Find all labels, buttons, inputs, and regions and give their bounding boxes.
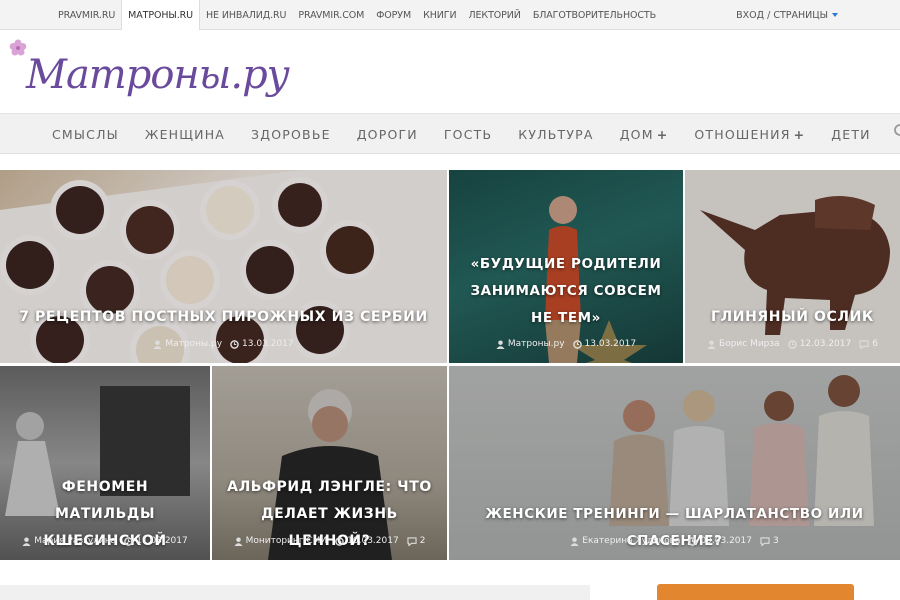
network-links: PRAVMIR.RU МАТРОНЫ.RU НЕ ИНВАЛИД.RU PRAV… [52, 0, 662, 30]
caret-down-icon [832, 13, 838, 17]
article-card-parents[interactable]: «БУДУЩИЕ РОДИТЕЛИ ЗАНИМАЮТСЯ СОВСЕМ НЕ Т… [449, 170, 683, 363]
article-meta: Мониторинг СМИ 10.03.2017 2 [212, 536, 447, 546]
clock-icon [787, 339, 797, 349]
article-card-pastries[interactable]: 7 РЕЦЕПТОВ ПОСТНЫХ ПИРОЖНЫХ ИЗ СЕРБИИ Ма… [0, 170, 447, 363]
article-meta: Мария Разгулина 11.03.2017 [0, 536, 210, 546]
image-overlay [685, 170, 900, 363]
content-block-top [0, 585, 590, 600]
top-link-forum[interactable]: ФОРУМ [370, 0, 417, 30]
login-menu[interactable]: ВХОД / СТРАНИЦЫ [736, 0, 838, 30]
top-bar: PRAVMIR.RU МАТРОНЫ.RU НЕ ИНВАЛИД.RU PRAV… [0, 0, 900, 30]
article-title: ГЛИНЯНЫЙ ОСЛИК [711, 309, 874, 325]
comment-count: 6 [872, 339, 878, 349]
comment-count: 3 [772, 536, 779, 546]
article-author: Матроны.ру [507, 339, 565, 349]
nav-item-gost[interactable]: ГОСТЬ [444, 127, 492, 142]
comment-count: 2 [419, 536, 426, 546]
login-label: ВХОД / СТРАНИЦЫ [736, 9, 828, 21]
nav-label: ДОМ [619, 126, 654, 142]
article-author: Мария Разгулина [34, 536, 117, 546]
article-card-trainings[interactable]: ЖЕНСКИЕ ТРЕНИНГИ — ШАРЛАТАНСТВО ИЛИ СПАС… [449, 366, 900, 560]
nav-label: КУЛЬТУРА [518, 126, 594, 142]
article-date: 11.03.2017 [136, 536, 188, 546]
user-icon [570, 536, 579, 546]
article-date: 13.03.2017 [584, 339, 637, 349]
nav-item-dorogi[interactable]: ДОРОГИ [357, 127, 418, 142]
article-title: «БУДУЩИЕ РОДИТЕЛИ ЗАНИМАЮТСЯ СОВСЕМ НЕ Т… [470, 256, 662, 326]
comment-icon [407, 536, 417, 546]
article-date: 09.03.2017 [700, 536, 752, 546]
nav-item-kultura[interactable]: КУЛЬТУРА [518, 127, 593, 142]
top-link-matrony[interactable]: МАТРОНЫ.RU [121, 0, 200, 30]
nav-label: СМЫСЛЫ [52, 126, 119, 142]
nav-item-deti[interactable]: ДЕТИ [831, 127, 870, 142]
nav-label: ДЕТИ [831, 126, 871, 142]
top-link-pravmir-com[interactable]: PRAVMIR.COM [292, 0, 370, 30]
clock-icon [124, 536, 134, 546]
top-link-pravmir[interactable]: PRAVMIR.RU [52, 0, 121, 30]
top-link-charity[interactable]: БЛАГОТВОРИТЕЛЬНОСТЬ [527, 0, 662, 30]
nav-item-smysly[interactable]: СМЫСЛЫ [52, 127, 119, 142]
plus-icon: + [656, 126, 669, 142]
nav-item-dom[interactable]: ДОМ + [620, 127, 669, 142]
comment-icon [760, 536, 770, 546]
article-meta: Матроны.ру 13.03.2017 [449, 339, 683, 349]
nav-label: ЖЕНЩИНА [144, 126, 226, 142]
top-link-lectorium[interactable]: ЛЕКТОРИЙ [462, 0, 526, 30]
article-meta: Екатерина Худякова 09.03.2017 3 [449, 536, 900, 546]
top-link-books[interactable]: КНИГИ [417, 0, 462, 30]
article-date: 13.03.2017 [242, 339, 294, 349]
nav-item-zhenshchina[interactable]: ЖЕНЩИНА [145, 127, 225, 142]
user-icon [153, 339, 162, 349]
article-date: 10.03.2017 [347, 536, 399, 546]
plus-icon: + [793, 126, 806, 142]
article-author: Екатерина Худякова [582, 536, 681, 546]
article-author: Борис Мирза [719, 339, 780, 349]
article-author: Мониторинг СМИ [245, 536, 328, 546]
comment-icon [859, 339, 869, 349]
nav-label: ДОРОГИ [356, 126, 418, 142]
flower-icon [9, 39, 27, 56]
article-date: 12.03.2017 [799, 339, 852, 349]
clock-icon [230, 339, 239, 349]
nav-items: СМЫСЛЫ ЖЕНЩИНА ЗДОРОВЬЕ ДОРОГИ ГОСТЬ КУЛ… [52, 114, 897, 154]
user-icon [707, 339, 716, 349]
search-icon[interactable] [892, 124, 900, 138]
main-nav: СМЫСЛЫ ЖЕНЩИНА ЗДОРОВЬЕ ДОРОГИ ГОСТЬ КУЛ… [0, 114, 900, 154]
nav-label: ОТНОШЕНИЯ [694, 126, 791, 142]
user-icon [22, 536, 31, 546]
article-author: Матроны.ру [165, 339, 223, 349]
article-card-donkey[interactable]: ГЛИНЯНЫЙ ОСЛИК Борис Мирза 12.03.2017 6 [685, 170, 900, 363]
top-link-neinvalid[interactable]: НЕ ИНВАЛИД.RU [200, 0, 292, 30]
article-meta: Борис Мирза 12.03.2017 6 [685, 339, 900, 349]
user-icon [234, 536, 243, 546]
clock-icon [688, 536, 698, 546]
clock-icon [335, 536, 344, 546]
article-card-kshesinskaya[interactable]: ФЕНОМЕН МАТИЛЬДЫ КШЕСИНСКОЙ Мария Разгул… [0, 366, 210, 560]
article-title: ЖЕНСКИЕ ТРЕНИНГИ — ШАРЛАТАНСТВО ИЛИ СПАС… [485, 506, 864, 549]
nav-label: ГОСТЬ [443, 126, 493, 142]
article-title: 7 РЕЦЕПТОВ ПОСТНЫХ ПИРОЖНЫХ ИЗ СЕРБИИ [19, 309, 428, 325]
article-meta: Матроны.ру 13.03.2017 [0, 339, 447, 349]
nav-label: ЗДОРОВЬЕ [251, 126, 331, 142]
image-overlay [0, 170, 447, 363]
user-icon [496, 339, 505, 349]
sidebar-button[interactable] [657, 584, 854, 600]
nav-item-otnosheniya[interactable]: ОТНОШЕНИЯ + [694, 127, 805, 142]
article-card-langle[interactable]: АЛЬФРИД ЛЭНГЛЕ: ЧТО ДЕЛАЕТ ЖИЗНЬ ЦЕННОЙ?… [212, 366, 447, 560]
clock-icon [572, 339, 582, 349]
logo-text: Матроны.ру [26, 52, 290, 98]
nav-item-zdorovye[interactable]: ЗДОРОВЬЕ [251, 127, 331, 142]
